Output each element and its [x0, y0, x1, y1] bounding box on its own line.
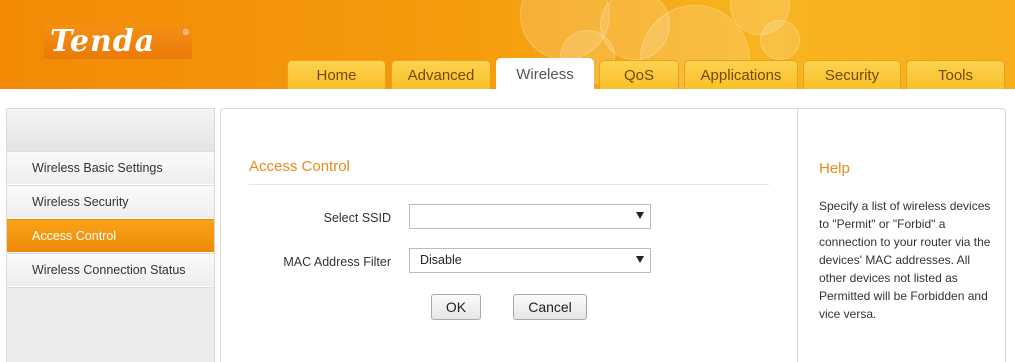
tab-qos[interactable]: QoS [599, 60, 679, 89]
section-divider [249, 184, 769, 185]
mac-filter-label: MAC Address Filter [283, 255, 391, 269]
tab-applications[interactable]: Applications [684, 60, 798, 89]
mac-filter-select[interactable]: Disable [409, 248, 651, 273]
tab-security[interactable]: Security [803, 60, 901, 89]
help-panel: Help Specify a list of wireless devices … [797, 109, 1005, 362]
ssid-select[interactable] [409, 204, 651, 229]
dropdown-arrow-icon [636, 256, 644, 263]
help-text: Specify a list of wireless devices to "P… [819, 199, 991, 321]
decorative-bubble [760, 20, 800, 60]
select-ssid-label: Select SSID [323, 211, 391, 225]
sidebar-item-wireless-security[interactable]: Wireless Security [7, 185, 214, 218]
help-title: Help [819, 160, 850, 177]
cancel-button[interactable]: Cancel [513, 294, 587, 320]
tab-wireless[interactable]: Wireless [496, 58, 594, 89]
sidebar: Wireless Basic Settings Wireless Securit… [6, 108, 215, 362]
content-panel: Access Control Select SSID MAC Address F… [220, 108, 1006, 362]
logo-text: Tenda [50, 24, 156, 59]
tenda-logo: Tenda ® [44, 24, 192, 59]
mac-filter-select-value: Disable [420, 253, 462, 267]
dropdown-arrow-icon [636, 212, 644, 219]
header-banner: Tenda ® Home Advanced Wireless QoS Appli… [0, 0, 1015, 89]
section-title: Access Control [249, 158, 350, 175]
registered-mark: ® [182, 28, 190, 37]
sidebar-item-access-control[interactable]: Access Control [7, 219, 214, 252]
ok-button[interactable]: OK [431, 294, 481, 320]
tab-advanced[interactable]: Advanced [391, 60, 491, 89]
tab-home[interactable]: Home [287, 60, 386, 89]
tab-tools[interactable]: Tools [906, 60, 1005, 89]
sidebar-item-wireless-basic-settings[interactable]: Wireless Basic Settings [7, 151, 214, 184]
sidebar-header [7, 109, 214, 151]
sidebar-item-wireless-connection-status[interactable]: Wireless Connection Status [7, 253, 214, 286]
sidebar-filler [7, 287, 214, 362]
